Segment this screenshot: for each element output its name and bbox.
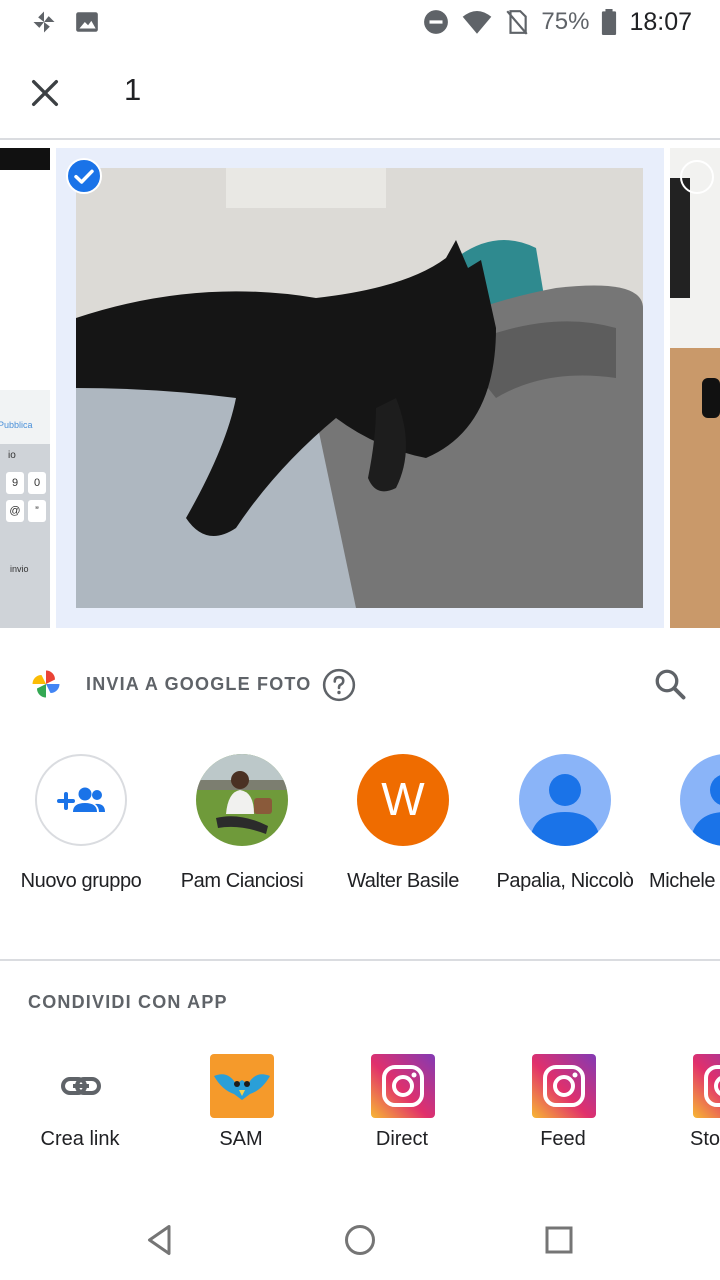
sam-app-icon bbox=[210, 1054, 274, 1118]
status-bar: 75% 18:07 bbox=[0, 0, 720, 44]
instagram-icon bbox=[693, 1054, 720, 1118]
thumbnail-text: invio bbox=[10, 564, 29, 574]
app-instagram-feed[interactable]: Feed bbox=[483, 1052, 643, 1162]
link-icon bbox=[49, 1054, 113, 1118]
app-label: SAM bbox=[219, 1128, 263, 1150]
photo-strip[interactable]: Pubblica io 9 0 @ ” invio bbox=[0, 148, 720, 630]
app-instagram-stories[interactable]: Sto bbox=[644, 1052, 720, 1162]
instagram-icon bbox=[371, 1054, 435, 1118]
new-group-avatar bbox=[35, 754, 127, 846]
contact-name: Michele bbox=[649, 870, 716, 892]
navigation-bar bbox=[0, 1200, 720, 1280]
contact-michele[interactable]: Michele bbox=[645, 752, 720, 902]
clock: 18:07 bbox=[629, 7, 692, 36]
contact-name: Papalia, Niccolò bbox=[496, 870, 634, 892]
app-label: Direct bbox=[375, 1128, 429, 1150]
thumbnail-text: Pubblica bbox=[0, 420, 33, 430]
back-icon[interactable] bbox=[142, 1222, 178, 1258]
thumbnail-text: io bbox=[8, 450, 16, 461]
photo-thumbnail-next[interactable] bbox=[670, 148, 720, 628]
person-icon bbox=[529, 774, 601, 846]
avatar bbox=[680, 754, 720, 846]
contact-papalia-niccolo[interactable]: Papalia, Niccolò bbox=[484, 752, 644, 902]
apps-row: Crea link SAM Direct Feed Sto bbox=[0, 1052, 720, 1162]
battery-percent: 75% bbox=[541, 8, 590, 35]
keyboard-key: 9 bbox=[6, 472, 24, 494]
help-icon[interactable] bbox=[322, 668, 356, 702]
contact-walter-basile[interactable]: W Walter Basile bbox=[322, 752, 482, 902]
avatar-initial: W bbox=[381, 773, 425, 825]
app-label: Crea link bbox=[40, 1128, 120, 1150]
person-icon bbox=[690, 775, 720, 846]
selected-checkmark-icon[interactable] bbox=[66, 158, 102, 194]
pinwheel-icon bbox=[33, 11, 55, 33]
google-photos-row: INVIA A GOOGLE FOTO bbox=[0, 650, 720, 720]
divider bbox=[0, 959, 720, 961]
app-sam[interactable]: SAM bbox=[161, 1052, 321, 1162]
contact-name: Pam Cianciosi bbox=[180, 870, 304, 892]
google-photos-icon[interactable] bbox=[28, 666, 64, 702]
wifi-icon bbox=[463, 10, 492, 34]
avatar: W bbox=[357, 754, 449, 846]
unselected-circle-icon[interactable] bbox=[680, 160, 714, 194]
keyboard-key: @ bbox=[6, 500, 24, 522]
app-label: Feed bbox=[540, 1128, 586, 1150]
instagram-icon bbox=[532, 1054, 596, 1118]
cat-photo bbox=[76, 168, 643, 608]
avatar bbox=[196, 754, 288, 846]
selection-header: 1 bbox=[0, 44, 720, 140]
search-icon[interactable] bbox=[652, 666, 688, 702]
image-icon bbox=[76, 12, 98, 32]
contact-name: Nuovo gruppo bbox=[20, 870, 142, 892]
battery-icon bbox=[602, 9, 617, 35]
app-instagram-direct[interactable]: Direct bbox=[322, 1052, 482, 1162]
app-label: Sto bbox=[690, 1128, 720, 1150]
keyboard-key: 0 bbox=[28, 472, 46, 494]
contact-new-group[interactable]: Nuovo gruppo bbox=[0, 752, 160, 902]
send-to-google-photos-label[interactable]: INVIA A GOOGLE FOTO bbox=[86, 674, 311, 695]
add-group-icon bbox=[57, 787, 105, 812]
keyboard-key: ” bbox=[28, 500, 46, 522]
home-icon[interactable] bbox=[342, 1222, 378, 1258]
avatar bbox=[519, 754, 611, 846]
do-not-disturb-icon bbox=[424, 10, 449, 34]
photo-thumbnail-previous[interactable]: Pubblica io 9 0 @ ” invio bbox=[0, 148, 50, 628]
recents-icon[interactable] bbox=[541, 1222, 577, 1258]
contact-name: Walter Basile bbox=[347, 870, 459, 892]
share-with-app-title: CONDIVIDI CON APP bbox=[28, 992, 228, 1012]
selected-count: 1 bbox=[124, 72, 142, 107]
photo-thumbnail-selected[interactable] bbox=[56, 148, 664, 628]
no-sim-icon bbox=[506, 10, 528, 35]
contact-pam-cianciosi[interactable]: Pam Cianciosi bbox=[161, 752, 321, 902]
contacts-row: Nuovo gruppo Pam Cianciosi W Walter Basi… bbox=[0, 752, 720, 902]
app-create-link[interactable]: Crea link bbox=[0, 1052, 160, 1162]
close-icon[interactable] bbox=[28, 76, 62, 110]
